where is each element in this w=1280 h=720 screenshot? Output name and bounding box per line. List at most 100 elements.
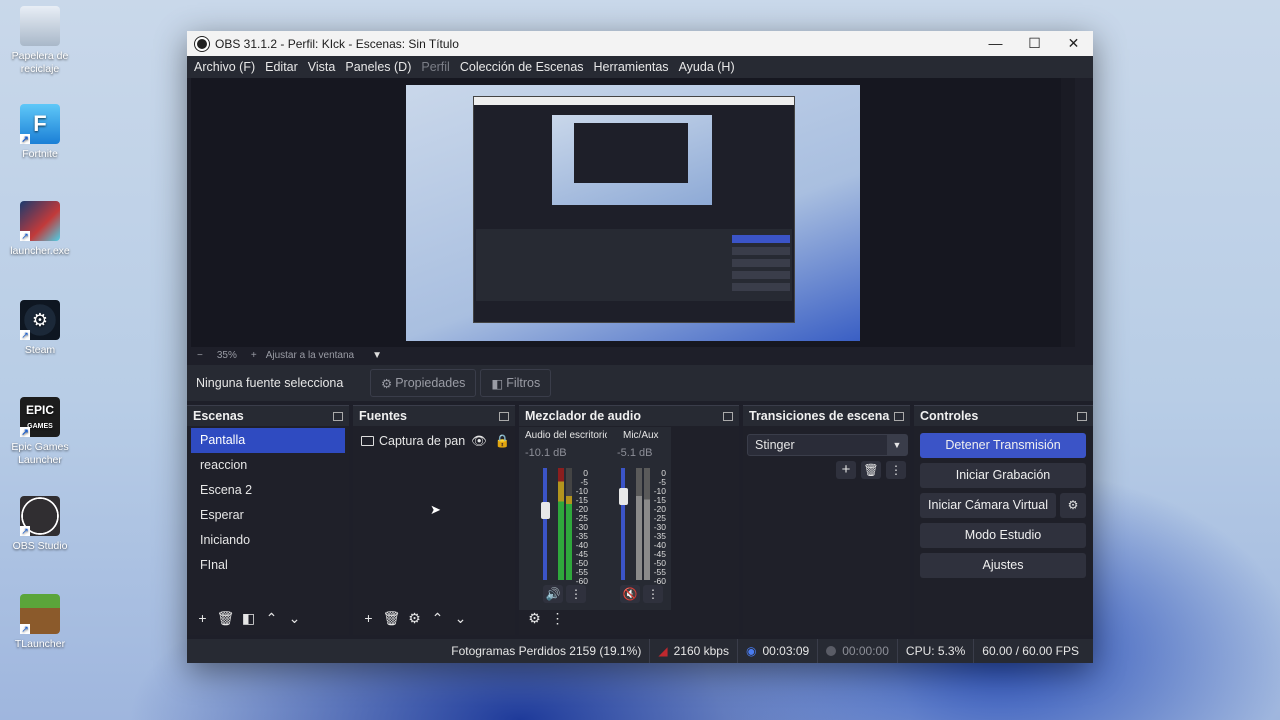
add-scene-button[interactable]: +	[191, 610, 214, 626]
transition-select[interactable]: Stinger ▼	[747, 434, 908, 456]
title-bar[interactable]: OBS 31.1.2 - Perfil: KIck - Escenas: Sin…	[187, 31, 1093, 56]
steam-icon: ⚙ ↗	[20, 300, 60, 340]
fortnite-icon: F ↗	[20, 104, 60, 144]
scene-item[interactable]: Pantalla	[191, 428, 345, 453]
fit-window-label[interactable]: Ajustar a la ventana	[266, 350, 354, 361]
menu-editar[interactable]: Editar	[260, 60, 303, 74]
undock-icon[interactable]	[723, 411, 733, 421]
volume-fader-track[interactable]	[621, 468, 625, 580]
move-down-icon[interactable]: ⌄	[283, 610, 306, 627]
undock-icon[interactable]	[1077, 411, 1087, 421]
advanced-audio-icon[interactable]: ⚙	[523, 610, 546, 627]
move-down-icon[interactable]: ⌄	[449, 610, 472, 627]
zoom-out-button[interactable]: −	[197, 350, 203, 361]
studio-mode-button[interactable]: Modo Estudio	[920, 523, 1086, 548]
add-transition-icon[interactable]: +	[836, 461, 856, 479]
channel-db: -10.1 dB	[525, 447, 567, 459]
menu-perfil[interactable]: Perfil	[416, 60, 454, 74]
window-title: OBS 31.1.2 - Perfil: KIck - Escenas: Sin…	[215, 36, 459, 51]
move-up-icon[interactable]: ⌃	[260, 610, 283, 627]
more-options-icon[interactable]: ⋮	[546, 610, 569, 627]
undock-icon[interactable]	[333, 411, 343, 421]
desktop-icon-steam[interactable]: ⚙ ↗ Steam	[8, 300, 72, 357]
settings-button[interactable]: Ajustes	[920, 553, 1086, 578]
eye-icon[interactable]: 👁	[471, 434, 487, 449]
scenes-dock: Escenas Pantalla reaccion Escena 2 Esper…	[187, 405, 349, 635]
channel-name: Audio del escritorio	[525, 430, 607, 441]
volume-fader-knob[interactable]	[541, 502, 550, 519]
volume-fader-knob[interactable]	[619, 488, 628, 505]
close-button[interactable]: ✕	[1054, 31, 1093, 56]
scene-item[interactable]: Iniciando	[191, 528, 345, 553]
gear-icon[interactable]: ⚙	[403, 610, 426, 627]
scene-item[interactable]: Escena 2	[191, 478, 345, 503]
obs-window: OBS 31.1.2 - Perfil: KIck - Escenas: Sin…	[187, 31, 1093, 663]
desktop-icon-obs[interactable]: ↗ OBS Studio	[8, 496, 72, 553]
undock-icon[interactable]	[499, 411, 509, 421]
recycle-bin-icon	[20, 6, 60, 46]
add-source-button[interactable]: +	[357, 610, 380, 626]
stream-time-value: 00:03:09	[762, 644, 810, 658]
trash-icon[interactable]: 🗑	[214, 610, 237, 627]
desktop-icon-label: launcher.exe	[10, 245, 70, 257]
scene-filters-icon[interactable]: ◧	[237, 610, 260, 627]
maximize-button[interactable]: ☐	[1015, 31, 1054, 56]
record-timer: 00:00:00	[817, 639, 897, 663]
lock-icon[interactable]: 🔒	[495, 434, 511, 449]
preview-canvas[interactable]	[406, 85, 860, 341]
broadcast-icon: ◉	[745, 644, 757, 658]
source-item[interactable]: Captura de pantalla 👁 🔒	[353, 429, 515, 453]
undock-icon[interactable]	[894, 411, 904, 421]
menu-vista[interactable]: Vista	[303, 60, 341, 74]
zoom-in-button[interactable]: +	[251, 350, 257, 361]
desktop-icon-label: Papelera de reciclaje	[11, 50, 69, 75]
virtual-camera-settings-gear-icon[interactable]: ⚙	[1060, 493, 1086, 518]
preview-scrollbar[interactable]	[1061, 78, 1075, 347]
db-scale: 0 -5 -10 -15 -20 -25 -30 -35 -40 -45 -50 -55 -60	[653, 468, 666, 586]
menu-herramientas[interactable]: Herramientas	[589, 60, 674, 74]
scene-item[interactable]: Esperar	[191, 503, 345, 528]
menu-archivo[interactable]: Archivo (F)	[189, 60, 260, 74]
db-scale: 0 -5 -10 -15 -20 -25 -30 -35 -40 -45 -50 -55 -60	[575, 468, 588, 586]
volume-fader-track[interactable]	[543, 468, 547, 580]
desktop-icon-label: TLauncher	[14, 638, 66, 650]
desktop-icon-epic[interactable]: EPIC GAMES ↗ Epic Games Launcher	[8, 397, 72, 467]
properties-button[interactable]: ⚙ Propiedades	[370, 369, 477, 397]
minimize-button[interactable]: —	[976, 31, 1015, 56]
menu-paneles[interactable]: Paneles (D)	[340, 60, 416, 74]
scene-item[interactable]: FInal	[191, 553, 345, 578]
filters-button[interactable]: ◧ Filtros	[480, 369, 552, 397]
zoom-dropdown-icon[interactable]: ▼	[372, 350, 382, 361]
minecraft-icon: ↗	[20, 594, 60, 634]
speaker-icon[interactable]: 🔊	[543, 585, 563, 603]
bitrate-value: 2160 kbps	[673, 644, 729, 658]
desktop-icon-recycle-bin[interactable]: Papelera de reciclaje	[8, 6, 72, 76]
start-recording-button[interactable]: Iniciar Grabación	[920, 463, 1086, 488]
trash-icon[interactable]: 🗑	[861, 461, 881, 479]
monitor-icon	[361, 436, 374, 446]
menu-ayuda[interactable]: Ayuda (H)	[674, 60, 740, 74]
launcher-icon: ↗	[20, 201, 60, 241]
more-options-icon[interactable]: ⋮	[886, 461, 906, 479]
scene-item[interactable]: reaccion	[191, 453, 345, 478]
transition-value: Stinger	[755, 438, 795, 452]
source-label: Captura de pantalla	[379, 434, 465, 448]
level-meter	[558, 468, 564, 580]
muted-speaker-icon[interactable]: 🔇	[620, 585, 640, 603]
preview-area[interactable]	[191, 78, 1075, 347]
more-options-icon[interactable]: ⋮	[643, 585, 663, 603]
level-meter	[566, 468, 572, 580]
more-options-icon[interactable]: ⋮	[566, 585, 586, 603]
trash-icon[interactable]: 🗑	[380, 610, 403, 627]
menu-bar: Archivo (F) Editar Vista Paneles (D) Per…	[187, 56, 1093, 78]
desktop-icon-launcher[interactable]: ↗ launcher.exe	[8, 201, 72, 258]
stop-streaming-button[interactable]: Detener Transmisión	[920, 433, 1086, 458]
start-virtual-camera-button[interactable]: Iniciar Cámara Virtual	[920, 493, 1056, 518]
move-up-icon[interactable]: ⌃	[426, 610, 449, 627]
desktop-icon-fortnite[interactable]: F ↗ Fortnite	[8, 104, 72, 161]
desktop-icon-tlauncher[interactable]: ↗ TLauncher	[8, 594, 72, 651]
menu-coleccion-escenas[interactable]: Colección de Escenas	[455, 60, 589, 74]
zoom-bar: − 35% + Ajustar a la ventana ▼	[191, 347, 1075, 363]
filters-label: Filtros	[506, 376, 541, 390]
desktop-icon-label: Epic Games Launcher	[11, 441, 69, 466]
